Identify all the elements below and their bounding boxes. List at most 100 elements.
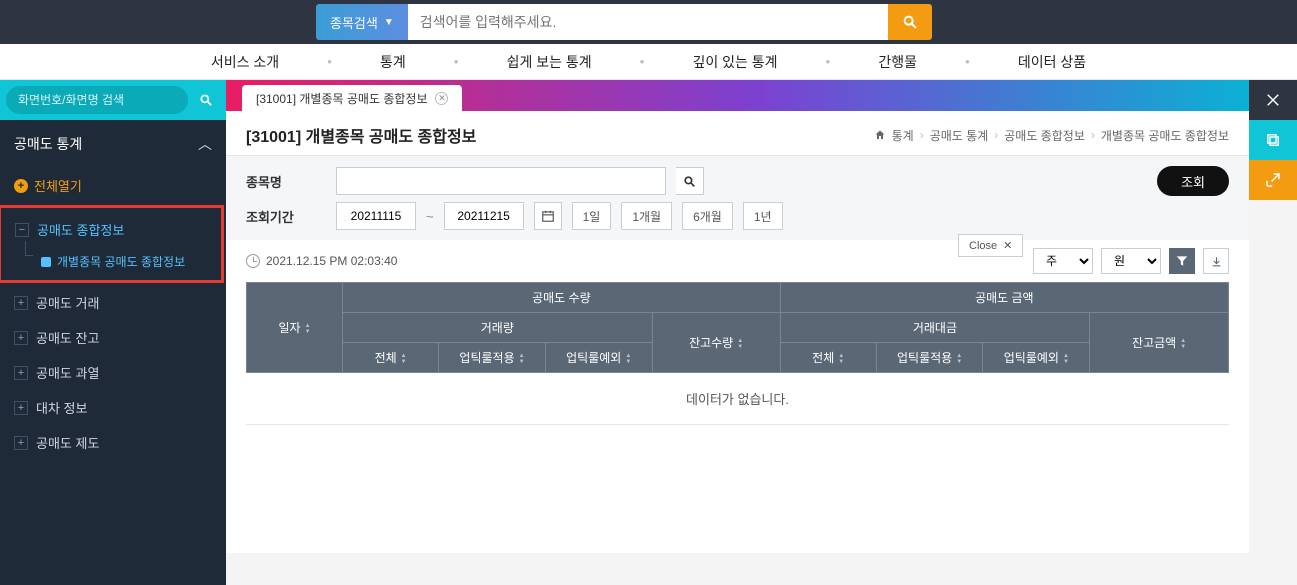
search-type-dropdown[interactable]: 종목검색 ▼ bbox=[316, 4, 408, 40]
nav-item-1[interactable]: 통계 bbox=[332, 52, 454, 72]
search-icon bbox=[902, 14, 918, 30]
sidebar-node-4[interactable]: + 공매도 제도 bbox=[0, 425, 226, 460]
sidebar-node-3[interactable]: + 대차 정보 bbox=[0, 390, 226, 425]
timestamp: 2021.12.15 PM 02:03:40 bbox=[246, 254, 397, 268]
rail-popout-button[interactable] bbox=[1249, 160, 1297, 200]
chevron-down-icon: ▼ bbox=[384, 17, 394, 28]
sidebar-highlight: − 공매도 종합정보 개별종목 공매도 종합정보 bbox=[0, 205, 224, 283]
close-icon bbox=[1264, 91, 1282, 109]
col-qty-group: 공매도 수량 bbox=[343, 283, 781, 313]
page-title: [31001] 개별종목 공매도 종합정보 bbox=[246, 123, 476, 147]
sidebar-node-label: 대차 정보 bbox=[36, 398, 87, 417]
filter-button[interactable] bbox=[1169, 248, 1195, 274]
sidebar-search bbox=[0, 80, 226, 120]
nav-item-3[interactable]: 깊이 있는 통계 bbox=[644, 52, 825, 72]
date-to-input[interactable] bbox=[444, 202, 524, 230]
col-qty-uptick[interactable]: 업틱룰적용▲▼ bbox=[439, 343, 546, 373]
sidebar-title-label: 공매도 통계 bbox=[14, 134, 82, 154]
stock-search-button[interactable] bbox=[676, 167, 704, 195]
stock-name-input[interactable] bbox=[336, 167, 666, 195]
search-type-label: 종목검색 bbox=[330, 13, 378, 32]
sidebar-node-label: 공매도 종합정보 bbox=[37, 220, 124, 239]
col-amt-nouptick[interactable]: 업틱룰예외▲▼ bbox=[983, 343, 1090, 373]
download-button[interactable] bbox=[1203, 248, 1229, 274]
calendar-button[interactable] bbox=[534, 202, 562, 230]
range-1m-button[interactable]: 1개월 bbox=[621, 202, 672, 230]
plus-box-icon: + bbox=[14, 436, 28, 450]
document-icon bbox=[41, 257, 51, 267]
col-amt-group: 공매도 금액 bbox=[780, 283, 1228, 313]
popout-icon bbox=[1264, 171, 1282, 189]
tab-bar: [31001] 개별종목 공매도 종합정보 ✕ bbox=[226, 80, 1297, 111]
page-header: [31001] 개별종목 공매도 종합정보 통계› 공매도 통계› 공매도 종합… bbox=[226, 111, 1249, 155]
breadcrumb-item[interactable]: 공매도 통계 bbox=[930, 127, 989, 144]
tab-active[interactable]: [31001] 개별종목 공매도 종합정보 ✕ bbox=[242, 85, 462, 111]
timestamp-value: 2021.12.15 PM 02:03:40 bbox=[266, 254, 397, 268]
sidebar-node-label: 공매도 제도 bbox=[36, 433, 99, 452]
sidebar-node-0[interactable]: + 공매도 거래 bbox=[0, 285, 226, 320]
data-table: 일자▲▼ 공매도 수량 공매도 금액 거래량 잔고수량▲▼ 거래대금 잔고금액▲… bbox=[246, 282, 1229, 553]
nav-item-0[interactable]: 서비스 소개 bbox=[163, 52, 327, 72]
close-popover[interactable]: Close ✕ bbox=[958, 234, 1023, 257]
range-6m-button[interactable]: 6개월 bbox=[682, 202, 733, 230]
col-val-group: 거래대금 bbox=[780, 313, 1090, 343]
col-qty-total[interactable]: 전체▲▼ bbox=[343, 343, 439, 373]
range-1d-button[interactable]: 1일 bbox=[572, 202, 612, 230]
sidebar-subnode-active[interactable]: 개별종목 공매도 종합정보 bbox=[1, 247, 221, 276]
filter-panel: 종목명 조회 조회기간 ~ 1일 1개월 bbox=[226, 155, 1249, 240]
range-1y-button[interactable]: 1년 bbox=[743, 202, 783, 230]
breadcrumb: 통계› 공매도 통계› 공매도 종합정보› 개별종목 공매도 종합정보 bbox=[874, 127, 1229, 144]
calendar-icon bbox=[541, 209, 555, 223]
expand-all-label: 전체열기 bbox=[34, 176, 82, 195]
table-body: 데이터가 없습니다. bbox=[246, 373, 1229, 553]
tab-close-icon[interactable]: ✕ bbox=[435, 92, 448, 105]
tilde: ~ bbox=[426, 209, 434, 224]
nav-item-4[interactable]: 간행물 bbox=[830, 52, 965, 72]
nav-item-2[interactable]: 쉽게 보는 통계 bbox=[459, 52, 640, 72]
period-label: 조회기간 bbox=[246, 207, 326, 226]
home-icon bbox=[874, 129, 886, 141]
global-search-input[interactable] bbox=[408, 4, 888, 40]
chevron-up-icon: ︿ bbox=[198, 134, 212, 154]
sidebar-subnode-label: 개별종목 공매도 종합정보 bbox=[57, 253, 185, 270]
sidebar-node-2[interactable]: +공매도 과열 bbox=[0, 355, 226, 390]
expand-all-button[interactable]: + 전체열기 bbox=[0, 168, 226, 203]
sidebar-node-active[interactable]: − 공매도 종합정보 bbox=[1, 212, 221, 247]
rail-close-button[interactable] bbox=[1249, 80, 1297, 120]
breadcrumb-item: 개별종목 공매도 종합정보 bbox=[1101, 127, 1229, 144]
col-date[interactable]: 일자▲▼ bbox=[247, 283, 343, 373]
plus-box-icon: + bbox=[14, 296, 28, 310]
download-icon bbox=[1210, 255, 1223, 268]
breadcrumb-item[interactable]: 공매도 종합정보 bbox=[1004, 127, 1085, 144]
search-icon bbox=[199, 93, 213, 107]
funnel-icon bbox=[1175, 254, 1189, 268]
col-balance-qty[interactable]: 잔고수량▲▼ bbox=[652, 313, 780, 373]
sidebar-node-label: 공매도 거래 bbox=[36, 293, 99, 312]
unit-currency-dropdown[interactable]: 원 bbox=[1101, 248, 1161, 274]
query-button[interactable]: 조회 bbox=[1157, 166, 1229, 196]
right-rail bbox=[1249, 80, 1297, 200]
no-data-message: 데이터가 없습니다. bbox=[246, 373, 1229, 425]
col-balance-amt[interactable]: 잔고금액▲▼ bbox=[1090, 313, 1229, 373]
plus-box-icon: + bbox=[14, 401, 28, 415]
close-icon: ✕ bbox=[1003, 239, 1012, 252]
col-amt-total[interactable]: 전체▲▼ bbox=[780, 343, 876, 373]
col-amt-uptick[interactable]: 업틱룰적용▲▼ bbox=[876, 343, 983, 373]
sidebar-node-1[interactable]: +공매도 잔고 bbox=[0, 320, 226, 355]
unit-shares-dropdown[interactable]: 주 bbox=[1033, 248, 1093, 274]
rail-copy-button[interactable] bbox=[1249, 120, 1297, 160]
col-qty-nouptick[interactable]: 업틱룰예외▲▼ bbox=[545, 343, 652, 373]
sidebar-category-title[interactable]: 공매도 통계 ︿ bbox=[0, 120, 226, 168]
stock-label: 종목명 bbox=[246, 172, 326, 191]
global-search-button[interactable] bbox=[888, 4, 932, 40]
col-vol-group: 거래량 bbox=[343, 313, 653, 343]
nav-item-5[interactable]: 데이터 상품 bbox=[970, 52, 1134, 72]
sidebar-search-input[interactable] bbox=[6, 86, 188, 114]
plus-box-icon: + bbox=[14, 331, 28, 345]
plus-box-icon: + bbox=[14, 366, 28, 380]
tab-label: [31001] 개별종목 공매도 종합정보 bbox=[256, 90, 427, 107]
sidebar-search-button[interactable] bbox=[192, 86, 220, 114]
breadcrumb-item[interactable]: 통계 bbox=[892, 127, 914, 144]
main-nav: 서비스 소개● 통계● 쉽게 보는 통계● 깊이 있는 통계● 간행물● 데이터… bbox=[0, 44, 1297, 80]
date-from-input[interactable] bbox=[336, 202, 416, 230]
